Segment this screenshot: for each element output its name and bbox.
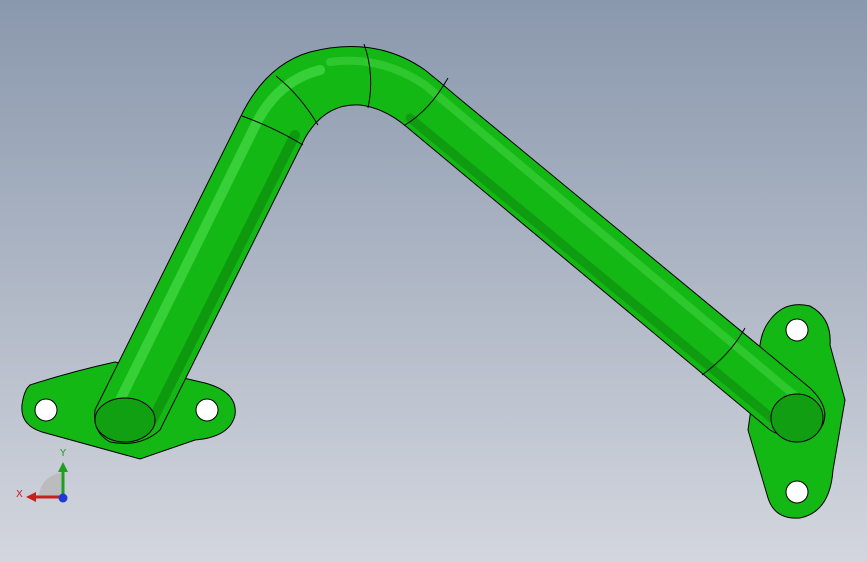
model-canvas[interactable]: Y X — [0, 0, 867, 562]
x-axis-label: X — [16, 489, 23, 500]
right-bolt-hole-2 — [785, 480, 809, 504]
z-axis-dot-icon — [58, 493, 68, 503]
left-bolt-hole-2 — [195, 398, 219, 422]
left-tube-end — [94, 397, 156, 443]
graphics-viewport[interactable]: Y X — [0, 0, 867, 562]
left-bolt-hole-1 — [34, 398, 58, 422]
right-tube-end — [770, 393, 824, 443]
right-bolt-hole-1 — [785, 318, 809, 342]
y-axis-label: Y — [59, 448, 67, 459]
